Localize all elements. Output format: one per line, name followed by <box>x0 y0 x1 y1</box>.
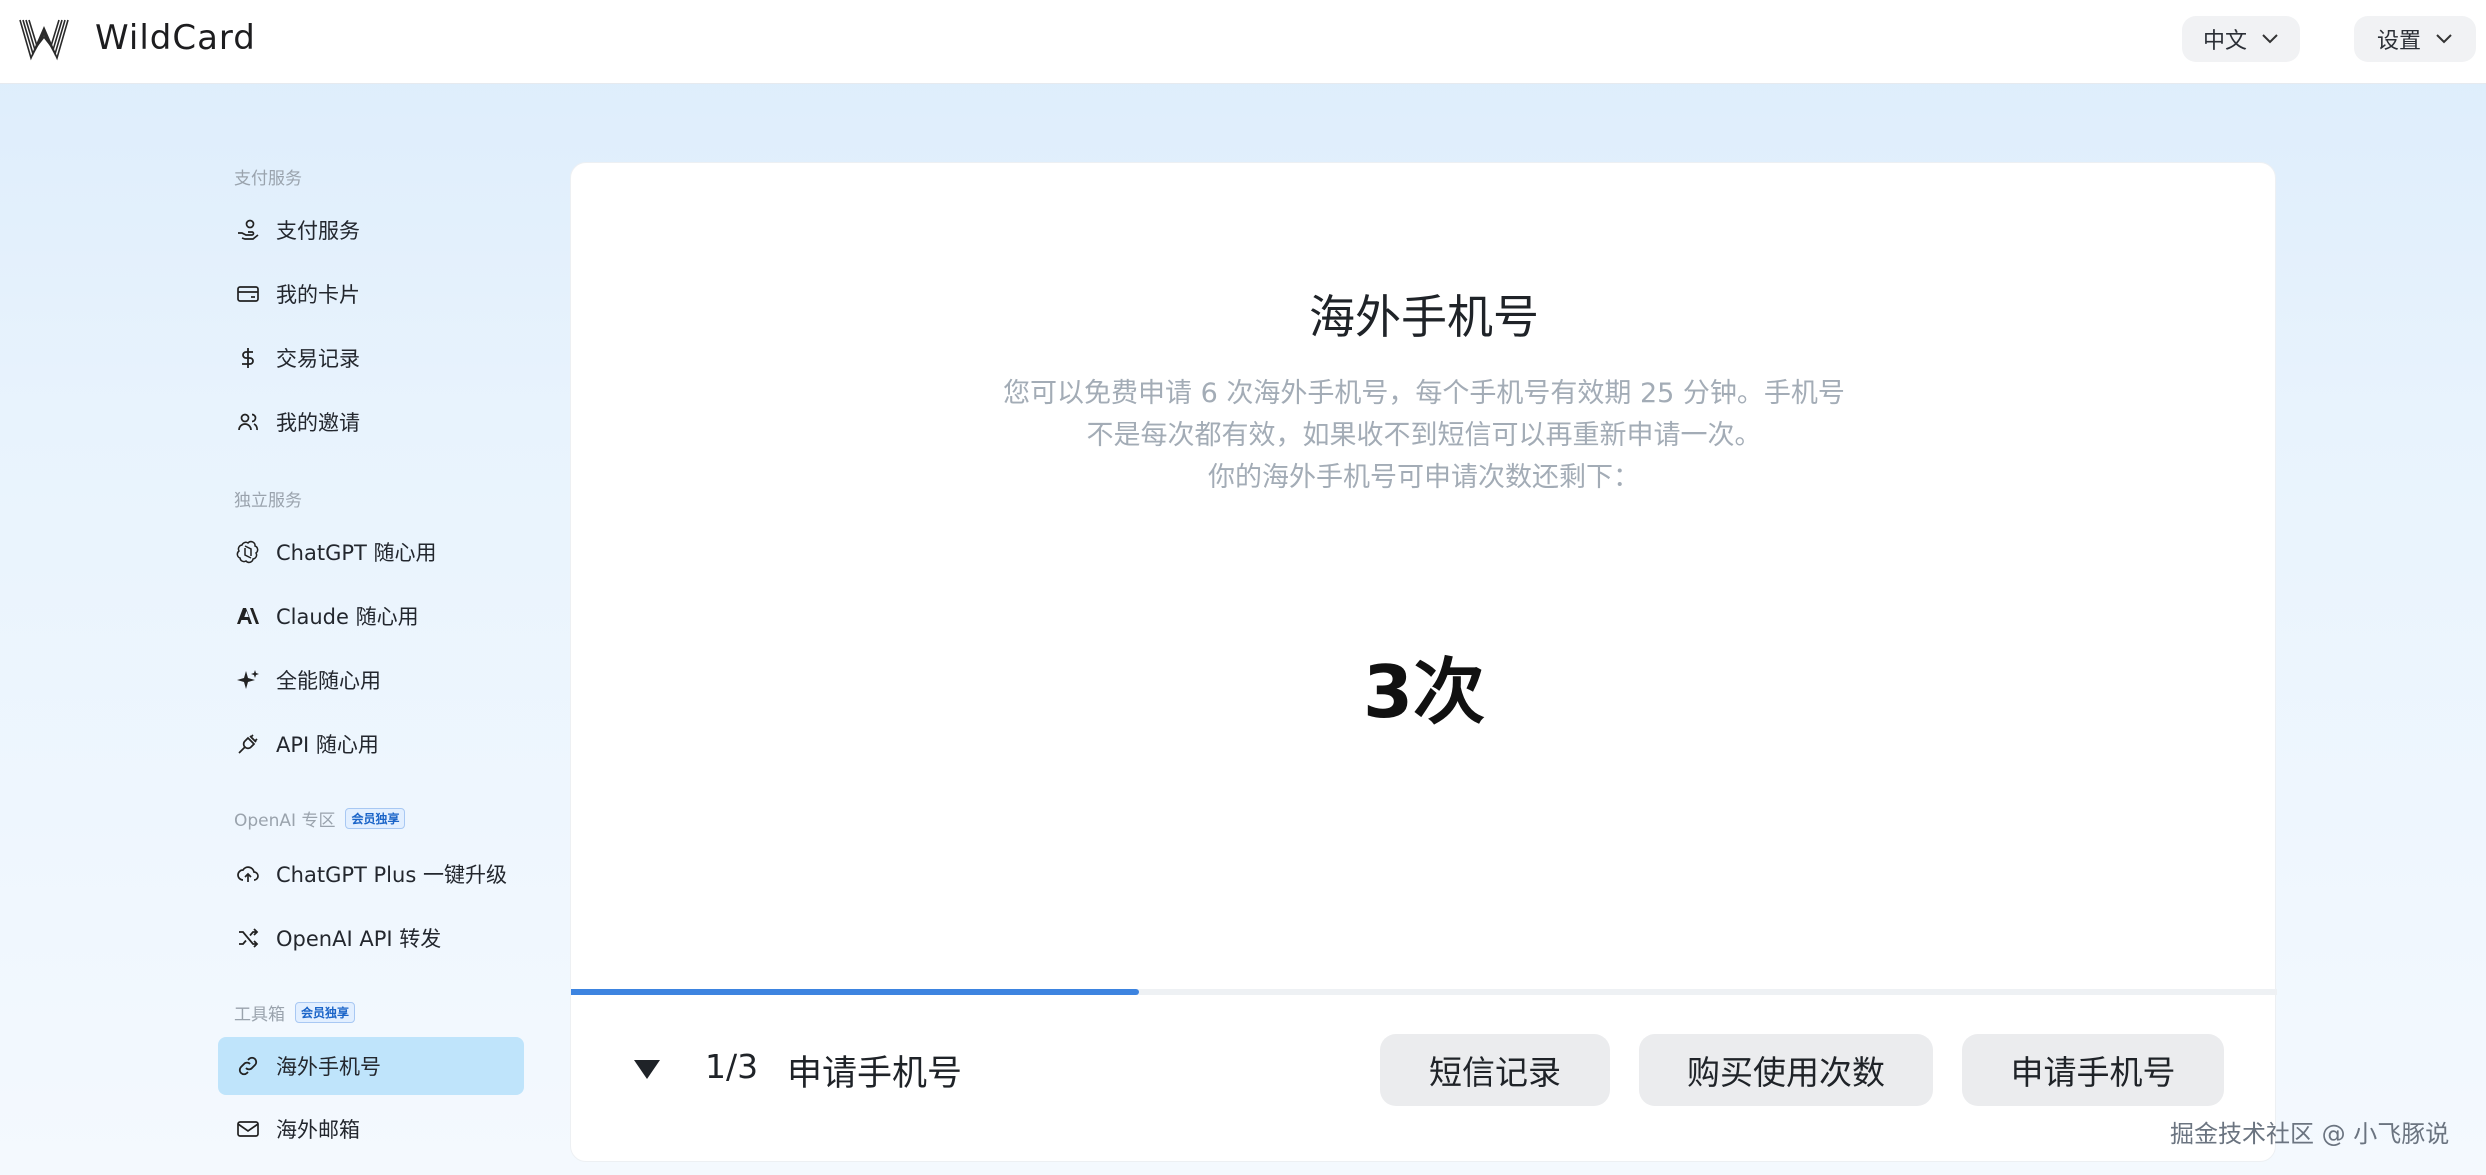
sidebar-item-plus-upgrade[interactable]: ChatGPT Plus 一键升级 <box>218 845 524 903</box>
language-selector[interactable]: 中文 <box>2182 16 2300 62</box>
language-label: 中文 <box>2202 29 2247 54</box>
buy-uses-button[interactable]: 购买使用次数 <box>1639 1034 1933 1106</box>
sparkle-icon <box>237 670 259 689</box>
step-progress-bar <box>571 989 2277 995</box>
anthropic-icon <box>237 608 259 624</box>
sidebar-item-all-in-one[interactable]: 全能随心用 <box>218 651 524 709</box>
sidebar-item-chatgpt[interactable]: ChatGPT 随心用 <box>218 523 524 581</box>
sms-records-button[interactable]: 短信记录 <box>1380 1034 1610 1106</box>
step-label: 申请手机号 <box>787 1054 963 1094</box>
step-progress-fill <box>571 989 1140 995</box>
link-icon <box>238 1056 258 1076</box>
dollar-icon <box>242 348 254 368</box>
sidebar-item-overseas-email[interactable]: 海外邮箱 <box>218 1100 524 1158</box>
sidebar-item-my-cards[interactable]: 我的卡片 <box>218 265 524 323</box>
member-badge: 会员独享 <box>345 808 406 829</box>
cloud-upload-icon <box>237 866 259 882</box>
card-icon <box>237 286 259 302</box>
section-label-payment: 支付服务 <box>234 169 302 189</box>
sidebar-item-payment[interactable]: 支付服务 <box>218 201 524 259</box>
shuffle-icon <box>239 928 259 948</box>
overseas-phone-card: 海外手机号 您可以免费申请 6 次海外手机号，每个手机号有效期 25 分钟。手机… <box>570 162 2277 1162</box>
settings-label: 设置 <box>2376 29 2421 54</box>
app-name[interactable]: WildCard <box>95 18 256 58</box>
collapse-toggle[interactable] <box>633 1057 661 1081</box>
step-counter: 1/3 <box>705 1047 759 1086</box>
chevron-down-icon <box>2262 34 2278 44</box>
sidebar-item-transactions[interactable]: 交易记录 <box>218 329 524 387</box>
sidebar-item-api-relay[interactable]: OpenAI API 转发 <box>218 909 524 967</box>
description: 您可以免费申请 6 次海外手机号，每个手机号有效期 25 分钟。手机号 不是每次… <box>1003 378 1845 493</box>
top-header: WildCard 中文 设置 <box>0 0 2486 84</box>
openai-icon <box>236 540 259 564</box>
member-badge: 会员独享 <box>295 1002 356 1023</box>
hand-coin-icon <box>238 219 259 240</box>
section-label-toolbox: 工具箱 会员独享 <box>234 1000 356 1025</box>
chevron-down-icon <box>2436 34 2452 44</box>
section-label-standalone: 独立服务 <box>234 491 302 511</box>
users-icon <box>238 413 258 431</box>
sidebar: 支付服务 支付服务 我的卡片 交易记录 我的邀请 独立服务 ChatGPT 随心… <box>218 84 524 1175</box>
wildcard-logo-icon[interactable] <box>18 16 70 62</box>
page-title: 海外手机号 <box>1309 290 1539 344</box>
mail-icon <box>237 1121 259 1137</box>
triangle-down-icon <box>634 1060 660 1079</box>
apply-number-button[interactable]: 申请手机号 <box>1962 1034 2224 1106</box>
plug-icon <box>238 734 258 754</box>
sidebar-item-overseas-phone[interactable]: 海外手机号 <box>218 1037 524 1095</box>
sidebar-item-invites[interactable]: 我的邀请 <box>218 393 524 451</box>
watermark: 掘金技术社区 @ 小飞豚说 <box>2170 1120 2450 1148</box>
section-label-openai: OpenAI 专区 会员独享 <box>234 806 406 831</box>
remaining-count: 3次 <box>1362 650 1486 734</box>
settings-menu[interactable]: 设置 <box>2354 16 2476 62</box>
sidebar-item-api[interactable]: API 随心用 <box>218 715 524 773</box>
sidebar-item-claude[interactable]: Claude 随心用 <box>218 587 524 645</box>
